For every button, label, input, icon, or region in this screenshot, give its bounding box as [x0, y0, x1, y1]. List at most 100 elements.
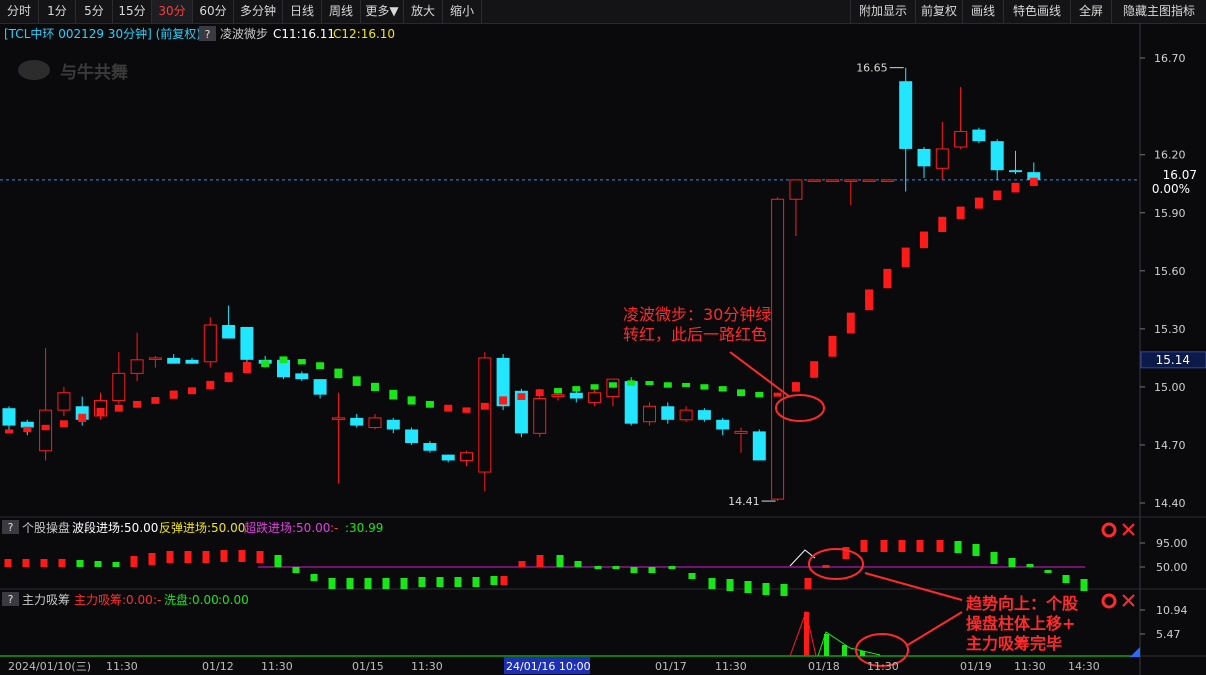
- x-axis-label: 2024/01/10(三): [8, 660, 91, 673]
- candle-body-down: [441, 454, 455, 461]
- candle-body-down: [423, 443, 437, 451]
- tool-2[interactable]: 画线: [962, 0, 1003, 23]
- note-2-line-2: 操盘柱体上移+: [966, 614, 1075, 633]
- note-1-line-2: 转红，此后一路红色: [623, 325, 767, 344]
- lingbo-marker: [41, 424, 50, 431]
- gear-icon-hole: [1107, 599, 1111, 603]
- panel2-bar: [804, 578, 812, 589]
- tab-7[interactable]: 日线: [283, 0, 322, 23]
- panel2-bar: [382, 578, 390, 589]
- panel3-s2: 洗盘:0.00: [164, 592, 219, 607]
- x-axis-label: 11:30: [1014, 660, 1046, 673]
- lingbo-marker: [444, 404, 453, 412]
- price-tick-label: 15.30: [1154, 323, 1186, 336]
- tab-2[interactable]: 5分: [76, 0, 113, 23]
- current-pct-label: 0.00%: [1152, 182, 1190, 196]
- candle-body-up: [203, 324, 217, 363]
- tool-1[interactable]: 前复权: [915, 0, 962, 23]
- panel2-bar: [76, 560, 84, 567]
- candle-body-up: [880, 179, 894, 182]
- candle-body-down: [350, 417, 364, 426]
- panel2-bar: [58, 559, 66, 567]
- lingbo-marker: [96, 407, 105, 417]
- price-tick-label: 16.20: [1154, 149, 1186, 162]
- tab-3[interactable]: 15分: [113, 0, 152, 23]
- panel2-bar: [1080, 579, 1088, 591]
- panel3-red-bar: [804, 612, 809, 656]
- x-axis-label: 01/15: [352, 660, 384, 673]
- candle-body-up: [643, 405, 656, 423]
- panel2-bar: [328, 578, 336, 589]
- candle-body-up: [460, 452, 473, 461]
- lingbo-marker: [791, 382, 800, 392]
- panel3-name: 主力吸筹: [22, 593, 70, 607]
- x-axis-label: 24/01/16 10:00: [506, 660, 591, 673]
- panel2-bar: [436, 577, 444, 587]
- lingbo-marker: [517, 393, 526, 400]
- high-price-label: 16.65: [856, 62, 888, 75]
- period-toolbar: 分时 1分 5分 15分 30分 60分 多分钟 日线 周线 更多▼ 放大 缩小 附加显示 前复权 画线 特色…: [0, 0, 1206, 24]
- lingbo-marker: [865, 289, 874, 311]
- gear-icon-hole: [1107, 528, 1111, 532]
- price-tick-label: 16.70: [1154, 52, 1186, 65]
- candle-body-down: [661, 406, 675, 420]
- tab-4[interactable]: 30分: [152, 0, 193, 23]
- lingbo-marker: [810, 361, 819, 378]
- tab-11[interactable]: 缩小: [443, 0, 482, 23]
- candle-body-up: [771, 198, 785, 500]
- candle-body-up: [148, 357, 162, 360]
- candle-body-up: [789, 179, 803, 200]
- tab-10[interactable]: 放大: [404, 0, 443, 23]
- indicator-name: 凌波微步: [220, 27, 268, 41]
- panel2-bar: [744, 581, 752, 593]
- lingbo-marker: [535, 389, 544, 397]
- x-axis-label: 01/19: [960, 660, 992, 673]
- tool-5[interactable]: 隐藏主图指标: [1111, 0, 1206, 23]
- panel2-s3: 超跌进场:50.00: [244, 520, 330, 535]
- tab-6[interactable]: 多分钟: [234, 0, 283, 23]
- lingbo-marker: [663, 382, 672, 388]
- panel2-bar: [454, 577, 462, 587]
- panel2-bar: [148, 553, 156, 565]
- tab-1[interactable]: 1分: [39, 0, 76, 23]
- x-axis-label: 11:30: [261, 660, 293, 673]
- panel2-bar: [238, 550, 246, 562]
- candle-body-down: [972, 129, 986, 142]
- tab-8[interactable]: 周线: [322, 0, 361, 23]
- panel3-green-bar: [842, 645, 847, 656]
- candle-body-up: [331, 417, 345, 420]
- panel2-bar: [292, 567, 300, 573]
- panel2-bar: [1062, 575, 1070, 583]
- lingbo-marker: [425, 400, 434, 408]
- panel2-bar: [708, 578, 716, 589]
- lingbo-marker: [261, 360, 270, 368]
- lingbo-marker: [773, 392, 782, 397]
- lingbo-marker: [334, 368, 343, 379]
- panel2-bar: [220, 550, 228, 562]
- tab-0[interactable]: 分时: [0, 0, 39, 23]
- tab-9[interactable]: 更多▼: [361, 0, 404, 23]
- tool-0[interactable]: 附加显示: [850, 0, 915, 23]
- lingbo-marker: [718, 386, 727, 392]
- price-tick-label: 15.00: [1154, 381, 1186, 394]
- tool-3[interactable]: 特色画线: [1003, 0, 1070, 23]
- lingbo-marker: [682, 382, 691, 387]
- panel2-bar: [1008, 558, 1016, 567]
- panel2-bar: [594, 566, 602, 569]
- tab-5[interactable]: 60分: [193, 0, 234, 23]
- lingbo-marker: [499, 396, 508, 405]
- note-2-line-1: 趋势向上：个股: [966, 594, 1079, 613]
- panel2-bar: [536, 555, 544, 567]
- panel2-bar: [780, 584, 788, 596]
- candle-body-up: [844, 179, 858, 182]
- panel2-s1: 波段进场:50.00: [72, 520, 158, 535]
- panel2-bar: [936, 540, 944, 552]
- lingbo-marker: [755, 391, 764, 398]
- tool-4[interactable]: 全屏: [1070, 0, 1111, 23]
- panel2-name: 个股操盘: [22, 520, 70, 535]
- candle-body-up: [39, 409, 53, 452]
- panel2-bar: [400, 578, 408, 589]
- lingbo-marker: [608, 382, 617, 388]
- candle-body-down: [624, 381, 638, 424]
- lingbo-marker: [242, 362, 251, 374]
